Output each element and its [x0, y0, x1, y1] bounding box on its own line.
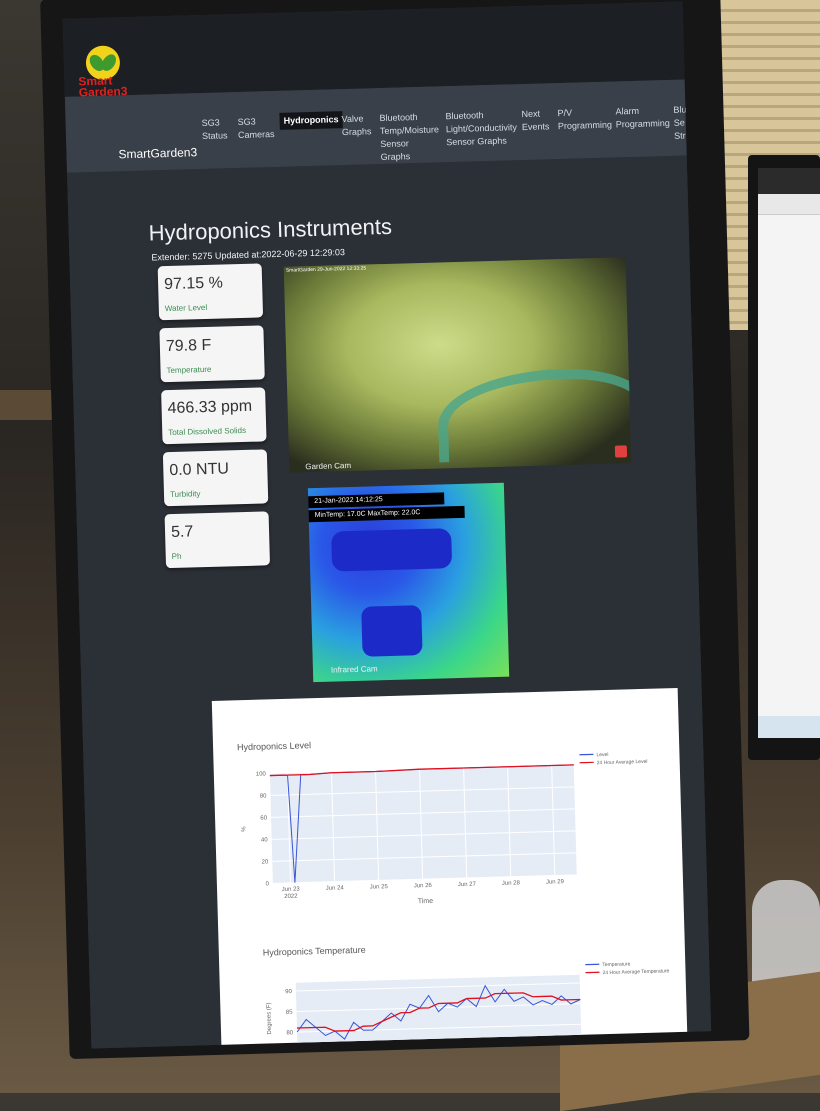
x-tick-label: 2022 — [284, 894, 298, 900]
legend-label: Temperature — [602, 961, 630, 968]
y-tick-label: 20 — [262, 859, 270, 865]
temperature-chart[interactable]: 75808590Temperature24 Hour Average Tempe… — [219, 944, 688, 1049]
x-tick-label: Jun 23 — [282, 887, 301, 894]
rss-icon[interactable] — [615, 445, 627, 457]
nav-item-bluetooth-lightconductivity-sensorgraphs[interactable]: BluetoothLight/ConductivitySensor Graphs — [445, 108, 517, 149]
garden-cam-image[interactable]: SmartGarden 29-Jun-2022 12:33:25 — [284, 257, 632, 472]
instrument-card: 79.8 F Temperature — [159, 325, 264, 382]
instrument-label: Ph — [172, 552, 182, 561]
instrument-value: 0.0 NTU — [169, 460, 229, 480]
instrument-card: 0.0 NTU Turbidity — [163, 449, 268, 506]
secondary-monitor-screen — [758, 168, 820, 738]
x-tick-label: Jun 27 — [458, 882, 477, 889]
y-tick-label: 0 — [266, 881, 270, 887]
y-tick-label: 80 — [260, 793, 268, 799]
instrument-label: Total Dissolved Solids — [168, 426, 246, 437]
garden-cam-caption: Garden Cam — [305, 461, 351, 471]
y-tick-label: 85 — [286, 1010, 294, 1016]
nav-item-alarm-programming[interactable]: AlarmProgramming — [615, 104, 670, 131]
infrared-cam-image[interactable]: 21-Jan-2022 14:12:25 MinTemp: 17.0C MaxT… — [308, 483, 509, 682]
y-tick-label: 80 — [286, 1030, 294, 1036]
updated-text: Extender: 5275 Updated at:2022-06-29 12:… — [151, 247, 345, 262]
nav-item-blu-se-str[interactable]: BluSeStr — [673, 103, 687, 142]
legend-label: 24 Hour Average Level — [597, 759, 648, 766]
instrument-label: Turbidity — [170, 489, 201, 499]
ir-date: 21-Jan-2022 14:12:25 — [308, 492, 444, 508]
main-content: Hydroponics Instruments Extender: 5275 U… — [67, 155, 711, 1048]
instrument-value: 79.8 F — [166, 337, 212, 356]
x-tick-label: Jun 29 — [546, 879, 565, 886]
tube-shape — [437, 367, 632, 463]
x-tick-label: Jun 25 — [370, 884, 389, 891]
level-chart[interactable]: 0 20 40 60 80 100 Jun 232022 Jun 24 Jun 25 Jun 26… — [213, 738, 683, 911]
charts-panel: Hydroponics Level 020406080100Jun 232022… — [212, 688, 688, 1049]
grid-line — [298, 1045, 582, 1049]
x-tick-label: Jun 24 — [326, 885, 345, 892]
browser-viewport: Smart Garden3 SmartGarden3 SG3StatusSG3C… — [63, 2, 712, 1049]
y-tick-label: 100 — [256, 771, 267, 777]
browser-address-bar — [758, 194, 820, 215]
instrument-card: 97.15 % Water Level — [158, 263, 263, 320]
y-tick-label: 60 — [260, 815, 268, 821]
legend-label: Level — [596, 752, 608, 758]
y-tick-label: 40 — [261, 837, 269, 843]
instrument-card: 466.33 ppm Total Dissolved Solids — [161, 387, 266, 444]
x-tick-label: Jun 28 — [502, 880, 521, 887]
brand-link[interactable]: SmartGarden3 — [118, 145, 197, 161]
instrument-card: 5.7 Ph — [165, 511, 270, 568]
x-tick-label: Jun 26 — [414, 883, 433, 890]
instrument-value: 466.33 ppm — [167, 398, 252, 418]
y-tick-label: 90 — [285, 989, 293, 995]
secondary-taskbar — [758, 716, 820, 738]
y-axis-label: Degrees (F) — [266, 1002, 273, 1034]
nav-item-sg3-status[interactable]: SG3Status — [201, 116, 227, 143]
nav-item-sg3-cameras[interactable]: SG3Cameras — [237, 115, 274, 142]
nav-item-bluetooth-tempmoisture-sensor-graphs[interactable]: BluetoothTemp/MoistureSensorGraphs — [379, 110, 439, 164]
nav-item-next-events[interactable]: NextEvents — [521, 107, 549, 134]
legend-label: 24 Hour Average Temperature — [602, 968, 669, 976]
instrument-value: 97.15 % — [164, 275, 223, 295]
main-monitor: Smart Garden3 SmartGarden3 SG3StatusSG3C… — [40, 0, 749, 1059]
nav-item-pv-programming[interactable]: P/VProgramming — [557, 106, 612, 133]
nav-item-hydroponics[interactable]: Hydroponics — [279, 111, 342, 130]
browser-tab-bar — [758, 168, 820, 194]
ir-cold-region — [331, 528, 452, 571]
ir-cold-region — [361, 605, 422, 657]
instrument-value: 5.7 — [171, 523, 194, 542]
page-title: Hydroponics Instruments — [148, 214, 392, 247]
ir-temps: MinTemp: 17.0C MaxTemp: 22.0C — [308, 506, 464, 522]
infrared-cam-caption: Infrared Cam — [331, 664, 378, 674]
instrument-label: Water Level — [165, 303, 208, 313]
instrument-label: Temperature — [166, 365, 211, 375]
y-axis-label: % — [241, 826, 247, 832]
garden-cam-timestamp: SmartGarden 29-Jun-2022 12:33:25 — [286, 265, 366, 273]
plot-area — [270, 765, 577, 883]
nav-item-valve-graphs[interactable]: ValveGraphs — [341, 112, 371, 139]
x-axis-label: Time — [418, 898, 434, 905]
